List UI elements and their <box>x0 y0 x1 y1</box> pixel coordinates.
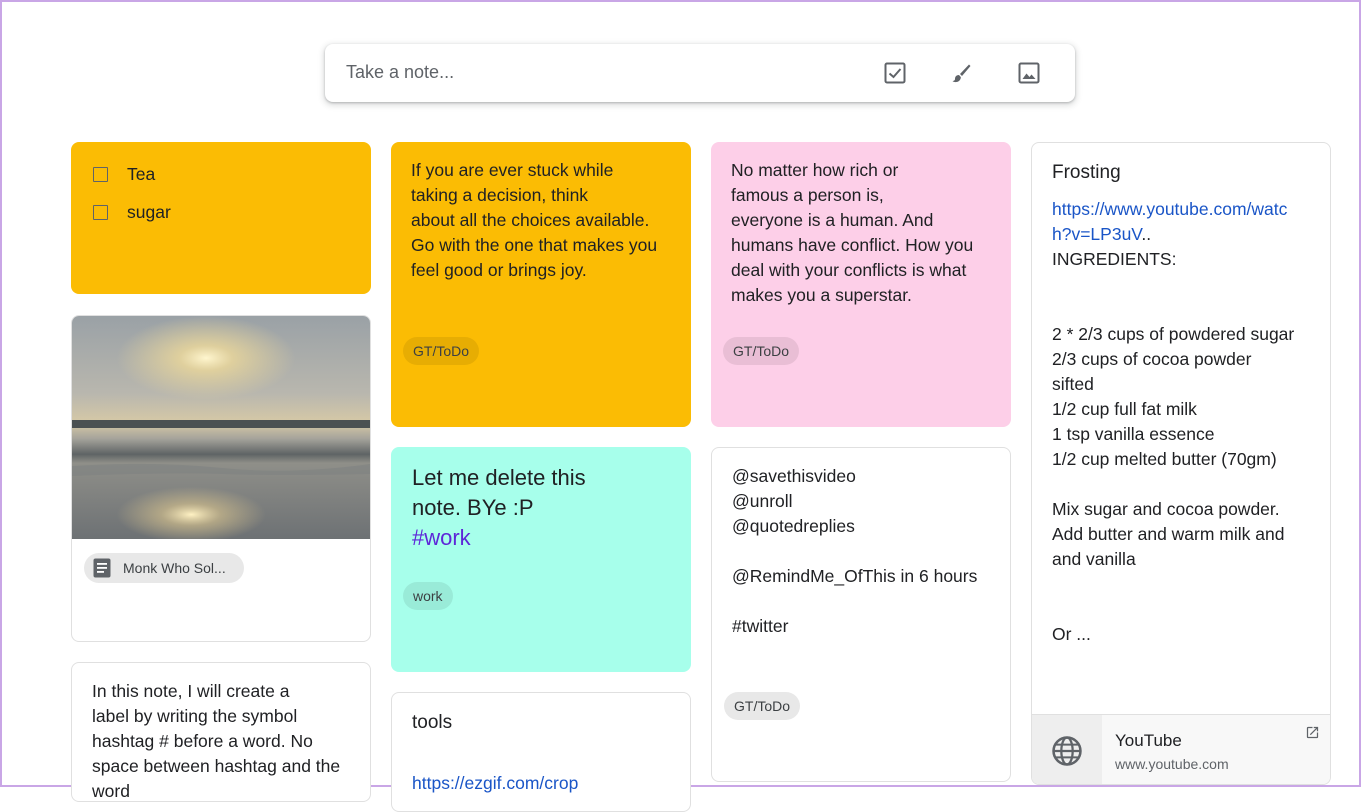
note-checklist[interactable]: Tea sugar <box>71 142 371 294</box>
preview-title: YouTube <box>1115 731 1182 750</box>
note-link[interactable]: h?v=LP3uV <box>1052 224 1141 244</box>
checklist-item[interactable]: sugar <box>93 202 171 223</box>
note-body-line: note. BYe :P <box>412 495 534 520</box>
sunset-image <box>72 316 370 539</box>
attachment-label: Monk Who Sol... <box>123 560 226 576</box>
label-chip[interactable]: GT/ToDo <box>723 337 800 365</box>
note-rich[interactable]: No matter how rich or famous a person is… <box>711 142 1011 427</box>
note-body: If you are ever stuck while taking a dec… <box>411 160 658 280</box>
link-preview[interactable]: YouTube www.youtube.com <box>1032 714 1330 784</box>
image-icon[interactable] <box>1016 60 1042 86</box>
attachment-chip[interactable]: Monk Who Sol... <box>84 553 244 583</box>
note-frosting[interactable]: Frosting https://www.youtube.com/watc h?… <box>1031 142 1331 785</box>
note-body: @savethisvideo @unroll @quotedreplies @R… <box>732 466 978 636</box>
note-title: tools <box>412 712 453 733</box>
note-body: In this note, I will create a label by w… <box>92 681 341 801</box>
checklist-item-label: sugar <box>127 202 171 222</box>
link-suffix: .. <box>1141 224 1152 244</box>
label-chip[interactable]: GT/ToDo <box>403 337 480 365</box>
note-body: No matter how rich or famous a person is… <box>731 160 974 305</box>
note-delete[interactable]: Let me delete this note. BYe :P #work wo… <box>391 447 691 672</box>
label-chip[interactable]: work <box>403 582 453 610</box>
note-tools[interactable]: tools https://ezgif.com/crop <box>391 692 691 812</box>
take-note-input[interactable]: Take a note... <box>346 62 454 83</box>
take-note-bar[interactable]: Take a note... <box>325 44 1075 102</box>
globe-icon-box <box>1032 715 1102 784</box>
hashtag-link[interactable]: #work <box>412 523 586 553</box>
document-icon <box>93 558 111 578</box>
checklist-item[interactable]: Tea <box>93 164 155 185</box>
open-external-icon[interactable] <box>1305 725 1320 740</box>
checkbox-icon[interactable] <box>882 60 908 86</box>
note-stuck[interactable]: If you are ever stuck while taking a dec… <box>391 142 691 427</box>
note-title: Frosting <box>1052 162 1121 183</box>
globe-icon <box>1052 736 1082 766</box>
checkbox[interactable] <box>93 167 108 182</box>
note-link[interactable]: https://ezgif.com/crop <box>412 771 676 796</box>
note-link[interactable]: https://www.youtube.com/watc <box>1052 197 1287 222</box>
note-hashtag[interactable]: In this note, I will create a label by w… <box>71 662 371 802</box>
note-body: INGREDIENTS: 2 * 2/3 cups of powdered su… <box>1052 249 1295 644</box>
label-chip[interactable]: GT/ToDo <box>724 692 801 720</box>
preview-domain: www.youtube.com <box>1115 756 1229 772</box>
checkbox[interactable] <box>93 205 108 220</box>
note-image[interactable]: Monk Who Sol... <box>71 315 371 642</box>
brush-icon[interactable] <box>948 60 974 86</box>
note-twitter[interactable]: @savethisvideo @unroll @quotedreplies @R… <box>711 447 1011 782</box>
note-body-line: Let me delete this <box>412 465 586 490</box>
checklist-item-label: Tea <box>127 164 156 184</box>
